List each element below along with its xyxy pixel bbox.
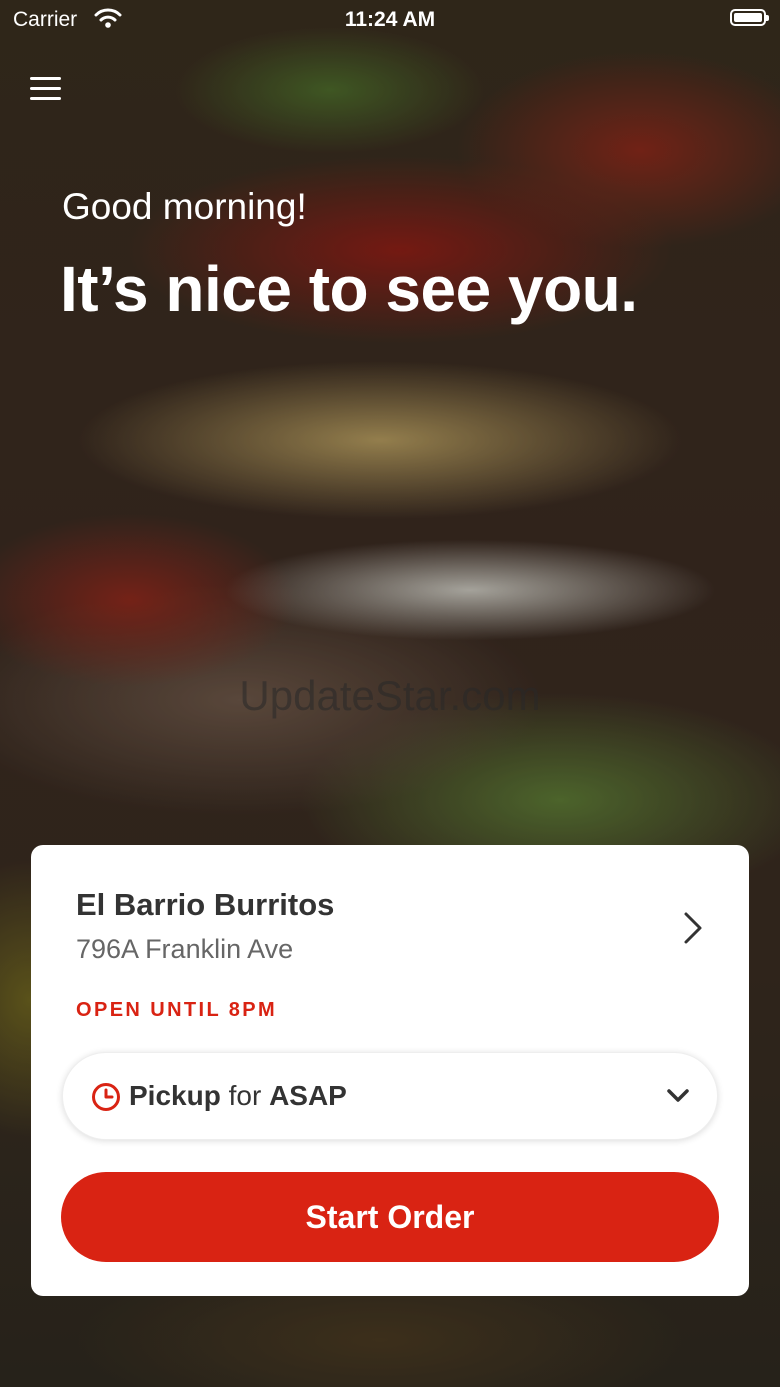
welcome-headline: It’s nice to see you. bbox=[60, 253, 638, 325]
menu-icon[interactable] bbox=[30, 74, 62, 104]
start-order-button[interactable]: Start Order bbox=[61, 1172, 719, 1262]
pickup-summary: Pickup for ASAP bbox=[129, 1080, 347, 1112]
store-hours-badge: OPEN UNTIL 8PM bbox=[76, 999, 278, 1021]
order-connector: for bbox=[228, 1080, 262, 1111]
order-time: ASAP bbox=[269, 1080, 347, 1111]
chevron-right-icon[interactable] bbox=[682, 910, 704, 946]
battery-icon bbox=[730, 9, 769, 26]
order-method: Pickup bbox=[129, 1080, 221, 1111]
greeting-text: Good morning! bbox=[62, 186, 307, 227]
pickup-time-selector[interactable]: Pickup for ASAP bbox=[62, 1052, 718, 1140]
store-name: El Barrio Burritos bbox=[76, 887, 335, 922]
clock-icon bbox=[92, 1083, 120, 1111]
status-bar: Carrier 11:24 AM bbox=[0, 0, 780, 40]
watermark: UpdateStar.com bbox=[239, 672, 541, 719]
store-card: El Barrio Burritos 796A Franklin Ave OPE… bbox=[31, 845, 749, 1296]
clock-time: 11:24 AM bbox=[344, 8, 436, 31]
chevron-down-icon bbox=[667, 1089, 689, 1102]
store-address: 796A Franklin Ave bbox=[76, 934, 294, 964]
